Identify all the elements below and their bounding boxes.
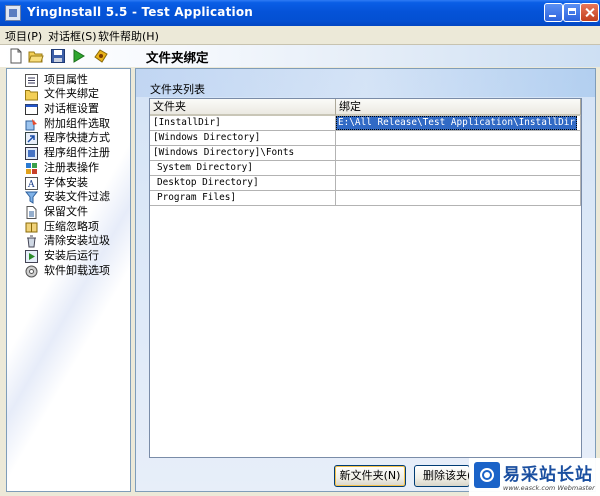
table-row[interactable]: [Windows Directory] bbox=[150, 131, 581, 146]
sidebar-item-project-properties[interactable]: 项目属性 bbox=[25, 73, 129, 88]
new-folder-button[interactable]: 新文件夹(N) bbox=[334, 465, 406, 487]
menu-project[interactable]: 项目(P) bbox=[5, 28, 42, 44]
sidebar-item-shortcut[interactable]: 程序快捷方式 bbox=[25, 131, 129, 146]
folder-cell[interactable]: Program Files] bbox=[150, 191, 336, 206]
table-row[interactable]: [InstallDir] E:\All Release\Test Applica… bbox=[150, 116, 581, 131]
menu-bar: 项目(P) 对话框(S) 软件帮助(H) bbox=[0, 26, 600, 44]
main-panel: 文件夹列表 文件夹 绑定 [InstallDir] E:\All Release… bbox=[135, 68, 596, 492]
sidebar-item-compress-ignore[interactable]: 压缩忽略项 bbox=[25, 220, 129, 235]
registry-icon bbox=[26, 163, 37, 174]
close-button[interactable] bbox=[580, 3, 599, 22]
sidebar-item-uninstall-options[interactable]: 软件卸载选项 bbox=[25, 264, 129, 279]
minimize-icon bbox=[545, 4, 562, 21]
table-row[interactable]: System Directory] bbox=[150, 161, 581, 176]
binding-cell[interactable] bbox=[336, 131, 581, 146]
binding-cell[interactable] bbox=[336, 191, 581, 206]
keep-file-icon bbox=[26, 206, 37, 219]
folder-cell[interactable]: [InstallDir] bbox=[150, 116, 336, 131]
addon-component-icon bbox=[25, 119, 37, 131]
watermark-logo-icon bbox=[474, 462, 500, 488]
sidebar-item-file-filter[interactable]: 安装文件过滤 bbox=[25, 190, 129, 205]
run-play-icon[interactable] bbox=[70, 48, 86, 64]
component-register-icon bbox=[25, 147, 38, 160]
column-header-binding[interactable]: 绑定 bbox=[336, 99, 581, 116]
table-row[interactable]: Desktop Directory] bbox=[150, 176, 581, 191]
page-banner-title: 文件夹绑定 bbox=[146, 50, 209, 65]
close-icon bbox=[581, 4, 598, 21]
compress-ignore-icon bbox=[25, 222, 38, 233]
app-icon[interactable] bbox=[5, 5, 21, 21]
sidebar-nav: 项目属性 文件夹绑定 对话框设置 附加组件选取 程序快捷方式 程序组件注册 注册… bbox=[6, 68, 131, 492]
binding-cell-value[interactable]: E:\All Release\Test Application\InstallD… bbox=[336, 116, 578, 130]
font-icon: A bbox=[25, 177, 38, 190]
watermark: 易采站长站 www.easck.com Webmaster bbox=[469, 458, 600, 496]
folder-cell[interactable]: [Windows Directory]\Fonts bbox=[150, 146, 336, 161]
column-header-folder[interactable]: 文件夹 bbox=[150, 99, 336, 116]
new-document-icon[interactable] bbox=[8, 48, 24, 64]
sidebar-item-keep-files[interactable]: 保留文件 bbox=[25, 205, 129, 220]
folder-icon bbox=[25, 90, 38, 101]
watermark-url: www.easck.com Webmaster bbox=[503, 484, 595, 492]
window-title: YingInstall 5.5 - Test Application bbox=[27, 5, 254, 19]
toolbar: 文件夹绑定 bbox=[0, 44, 600, 67]
run-after-install-icon bbox=[25, 250, 38, 263]
sidebar-item-addon-select[interactable]: 附加组件选取 bbox=[25, 117, 129, 132]
title-bar[interactable]: YingInstall 5.5 - Test Application bbox=[0, 0, 600, 26]
folder-cell[interactable]: Desktop Directory] bbox=[150, 176, 336, 191]
binding-cell[interactable] bbox=[336, 176, 581, 191]
table-row[interactable]: [Windows Directory]\Fonts bbox=[150, 146, 581, 161]
sidebar-item-component-register[interactable]: 程序组件注册 bbox=[25, 146, 129, 161]
dialog-window-icon bbox=[25, 104, 38, 115]
sidebar-item-registry[interactable]: 注册表操作 bbox=[25, 161, 129, 176]
watermark-title: 易采站长站 bbox=[503, 465, 593, 485]
maximize-icon bbox=[564, 4, 581, 21]
sidebar-item-font-install[interactable]: A 字体安装 bbox=[25, 176, 129, 191]
save-disk-icon[interactable] bbox=[50, 48, 66, 64]
sidebar-item-run-after-install[interactable]: 安装后运行 bbox=[25, 249, 129, 264]
binding-cell[interactable] bbox=[336, 146, 581, 161]
folder-cell[interactable]: [Windows Directory] bbox=[150, 131, 336, 146]
menu-dialog[interactable]: 对话框(S) bbox=[48, 28, 97, 44]
minimize-button[interactable] bbox=[544, 3, 563, 22]
folder-table: 文件夹 绑定 [InstallDir] E:\All Release\Test … bbox=[149, 98, 582, 458]
folder-cell[interactable]: System Directory] bbox=[150, 161, 336, 176]
svg-text:A: A bbox=[27, 180, 35, 190]
menu-help[interactable]: 软件帮助(H) bbox=[98, 28, 159, 44]
binding-cell[interactable]: E:\All Release\Test Application\InstallD… bbox=[336, 116, 581, 131]
section-label: 文件夹列表 bbox=[150, 83, 205, 96]
filter-icon bbox=[25, 191, 38, 204]
sidebar-item-folder-binding[interactable]: 文件夹绑定 bbox=[25, 87, 129, 102]
delete-folder-button[interactable]: 删除该夹(D) bbox=[414, 465, 470, 487]
uninstall-options-icon bbox=[25, 265, 38, 278]
help-icon[interactable] bbox=[93, 48, 109, 64]
table-row[interactable]: Program Files] bbox=[150, 191, 581, 206]
application-window: YingInstall 5.5 - Test Application 项目(P)… bbox=[0, 0, 600, 496]
shortcut-icon bbox=[25, 132, 38, 145]
cleanup-icon bbox=[27, 235, 36, 248]
binding-cell[interactable] bbox=[336, 161, 581, 176]
open-folder-icon[interactable] bbox=[28, 48, 44, 64]
sidebar-item-cleanup[interactable]: 清除安装垃圾 bbox=[25, 234, 129, 249]
properties-grid-icon bbox=[25, 74, 38, 87]
sidebar-item-dialog-settings[interactable]: 对话框设置 bbox=[25, 102, 129, 117]
